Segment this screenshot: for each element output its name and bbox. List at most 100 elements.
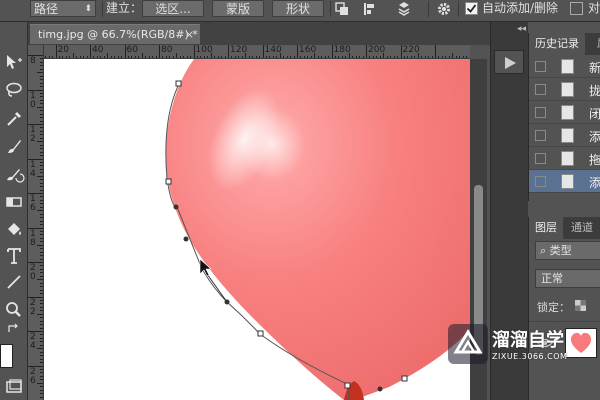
paint-bucket-tool-icon[interactable]: [3, 220, 25, 240]
collapse-arrows-icon[interactable]: ◂◂: [517, 24, 526, 34]
ruler-tick-label: 2 6: [30, 366, 36, 386]
history-item[interactable]: 拖: [529, 147, 600, 170]
separator: [458, 1, 459, 17]
path-mode-select[interactable]: 路径 ⬍: [30, 0, 96, 17]
swap-colors-icon[interactable]: [3, 322, 25, 336]
make-mask-button[interactable]: 蒙版: [212, 0, 264, 17]
align-edges-checkbox[interactable]: [570, 2, 583, 15]
align-edges-label: 对: [588, 1, 600, 15]
lock-transparent-pixels-icon[interactable]: [575, 300, 586, 311]
history-item[interactable]: 新: [529, 55, 600, 78]
layer-filter-select[interactable]: ⌕ 类型: [535, 241, 600, 260]
layer-thumbnail: [565, 328, 597, 358]
history-item-label: 添: [589, 176, 600, 190]
auto-add-delete-checkbox[interactable]: [465, 2, 478, 15]
path-operations-icon[interactable]: [334, 1, 350, 17]
tab-history[interactable]: 历史记录: [529, 33, 585, 55]
zoom-tool-icon[interactable]: [3, 300, 25, 320]
separator: [330, 1, 331, 17]
eraser-tool-icon[interactable]: [3, 192, 25, 212]
ruler-tick-label: 1 8: [30, 228, 36, 248]
layers-panel-tabs: 图层 通道: [529, 217, 600, 239]
tab-properties[interactable]: 属: [591, 33, 600, 55]
history-snapshot-checkbox[interactable]: [535, 107, 546, 118]
separator: [102, 1, 103, 17]
make-selection-button[interactable]: 选区...: [142, 0, 204, 17]
auto-add-delete-label: 自动添加/删除: [482, 1, 559, 15]
line-tool-icon[interactable]: [3, 272, 25, 292]
history-state-icon: [561, 128, 574, 143]
ruler-tick-label: 80: [161, 45, 173, 55]
path-alignment-icon[interactable]: [362, 1, 378, 17]
ruler-tick-label: 2 2: [30, 297, 36, 317]
history-state-icon: [561, 174, 574, 189]
history-item[interactable]: 拢: [529, 78, 600, 101]
history-snapshot-checkbox[interactable]: [535, 176, 546, 187]
play-icon: [505, 57, 516, 69]
ruler-tick-label: 1 0: [30, 90, 36, 110]
history-item-label: 闭: [589, 107, 600, 121]
ruler-tick-label: 20: [57, 45, 69, 55]
path-arrangement-icon[interactable]: [396, 1, 412, 17]
document-canvas[interactable]: [44, 59, 470, 400]
history-state-icon: [561, 151, 574, 166]
ruler-tick-label: 60: [126, 45, 138, 55]
type-tool-icon[interactable]: [3, 246, 25, 266]
watermark-title: 溜溜自学: [492, 330, 564, 351]
gear-icon[interactable]: [436, 1, 452, 17]
ruler-tick-label: 40: [92, 45, 104, 55]
history-state-icon: [561, 105, 574, 120]
ruler-tick-label: 180: [333, 45, 351, 55]
move-tool-icon[interactable]: [3, 52, 25, 72]
screen-mode-icon[interactable]: [3, 377, 25, 397]
ruler-tick-label: 120: [230, 45, 248, 55]
history-snapshot-checkbox[interactable]: [535, 84, 546, 95]
ruler-horizontal: 20 40 60 80 100 120 140 160 180 200 220: [44, 45, 470, 59]
path-mode-value: 路径: [34, 2, 59, 16]
history-item[interactable]: 闭: [529, 101, 600, 124]
history-brush-tool-icon[interactable]: [3, 164, 25, 184]
ruler-tick-label: 2 4: [30, 332, 36, 351]
balloon-image: [165, 59, 470, 400]
ruler-tick-label: 100: [195, 45, 213, 55]
history-state-icon: [561, 59, 574, 74]
layer-thumbnail-balloon: [570, 332, 592, 353]
eyedropper-tool-icon[interactable]: [3, 108, 25, 128]
ruler-tick-label: 200: [368, 45, 386, 55]
layer-filter-label: 类型: [549, 244, 572, 257]
ruler-tick-label: 1 4: [30, 159, 36, 179]
options-bar: 路径 ⬍ 建立： 选区... 蒙版 形状 自动添加/删除 对: [0, 0, 600, 22]
ruler-tick-label: 1 6: [30, 194, 36, 213]
history-item[interactable]: 添: [529, 124, 600, 147]
history-snapshot-checkbox[interactable]: [535, 61, 546, 72]
tab-layers[interactable]: 图层: [529, 217, 563, 239]
tab-channels[interactable]: 通道: [565, 217, 599, 239]
blend-mode-select[interactable]: 正常: [535, 269, 600, 288]
history-item[interactable]: 添: [529, 170, 600, 193]
close-icon[interactable]: ×: [185, 25, 194, 45]
history-snapshot-checkbox[interactable]: [535, 153, 546, 164]
history-item-label: 拢: [589, 84, 600, 98]
watermark: 溜溜自学 ZIXUE.3066.COM: [448, 322, 568, 376]
foreground-color-swatch[interactable]: [0, 344, 13, 368]
lasso-tool-icon[interactable]: [3, 80, 25, 100]
ruler-tick-label: 140: [264, 45, 282, 55]
history-panel-tabs: 历史记录 属: [529, 33, 600, 55]
make-label: 建立：: [106, 1, 143, 15]
ruler-tick-label: 1 2: [30, 125, 36, 144]
document-tab-title: timg.jpg @ 66.7%(RGB/8#) *: [38, 28, 198, 41]
brush-tool-icon[interactable]: [3, 136, 25, 156]
history-item-label: 添: [589, 130, 600, 144]
history-snapshot-checkbox[interactable]: [535, 130, 546, 141]
history-item-label: 新: [589, 61, 600, 75]
tools-panel: [0, 22, 28, 400]
balloon-shape: [165, 59, 470, 400]
ruler-tick-label: 2 0: [30, 263, 36, 282]
chevron-updown-icon: ⬍: [84, 4, 92, 14]
watermark-url: ZIXUE.3066.COM: [492, 352, 568, 361]
separator: [428, 1, 429, 17]
ruler-tick-label: 8: [30, 56, 36, 66]
actions-panel-button[interactable]: [494, 50, 524, 74]
document-tab[interactable]: timg.jpg @ 66.7%(RGB/8#) * ×: [30, 24, 200, 44]
make-shape-button[interactable]: 形状: [272, 0, 324, 17]
